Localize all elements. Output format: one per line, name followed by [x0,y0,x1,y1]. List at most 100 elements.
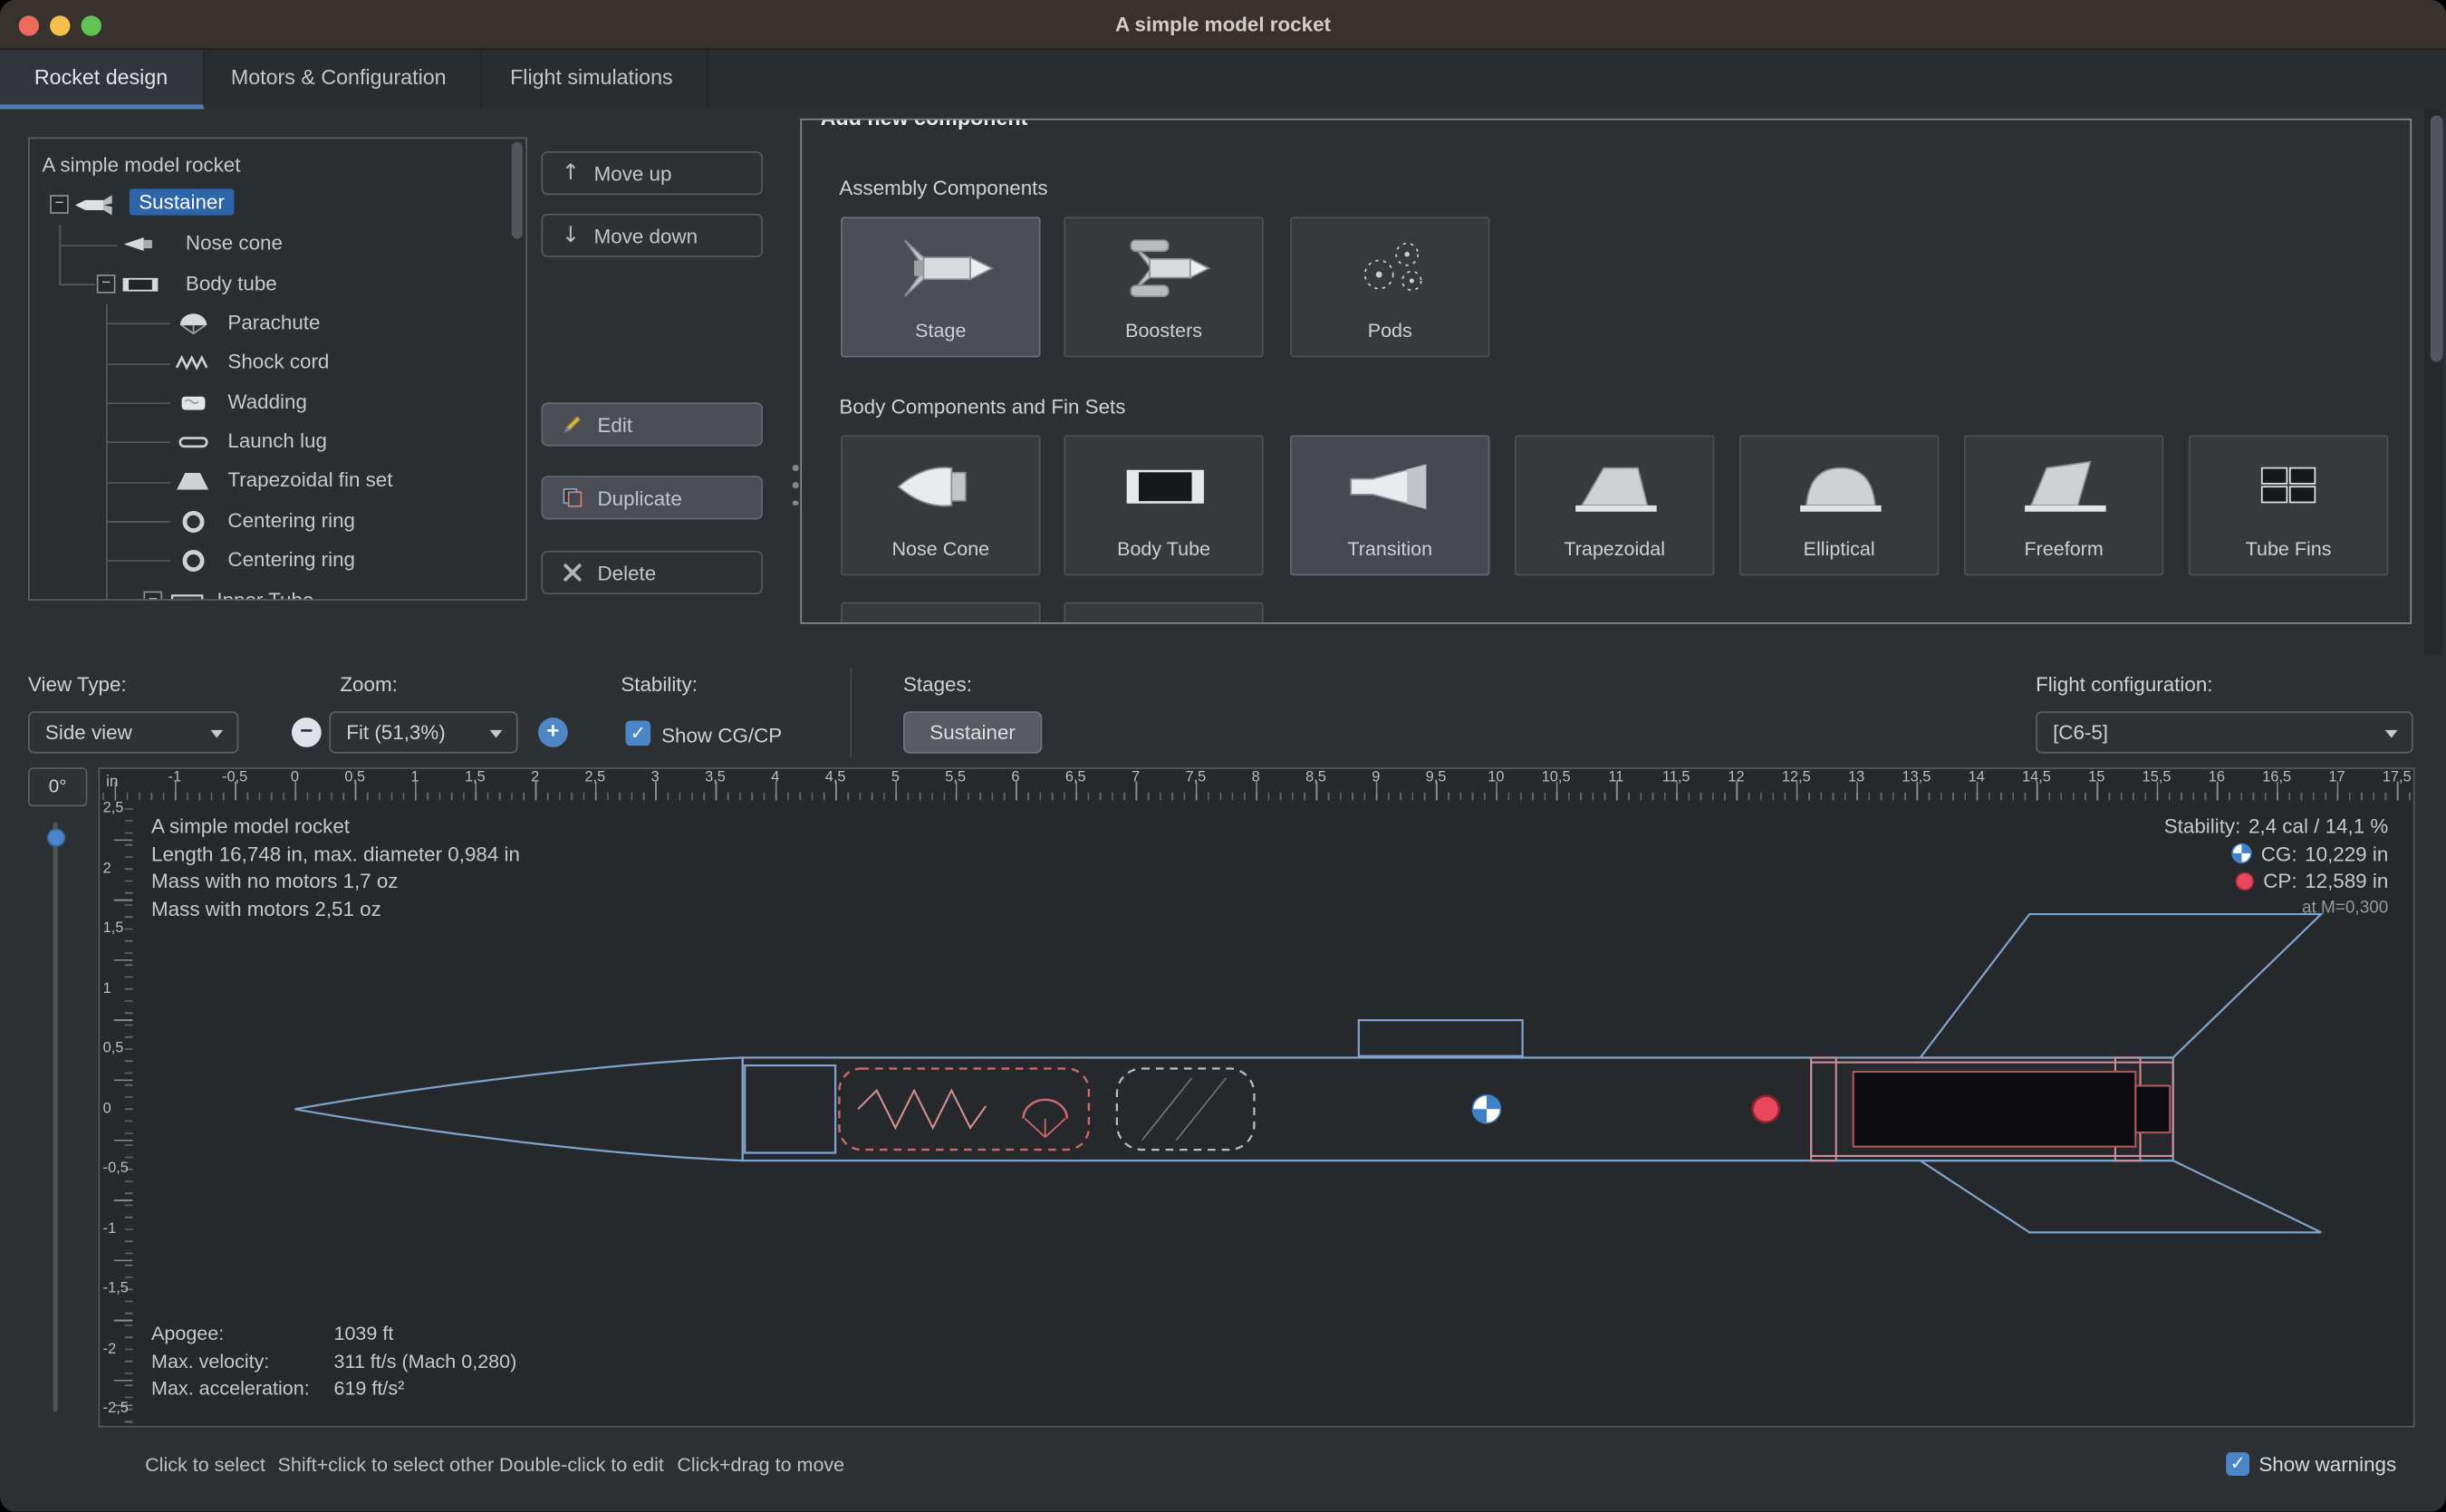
component-tile-boosters[interactable]: Boosters [1064,217,1263,357]
nose-cone-icon [120,233,161,256]
ruler-label: -0,5 [103,1160,129,1177]
shock-cord-outline[interactable] [858,1091,986,1128]
max-velocity-label: Max. velocity: [151,1349,333,1376]
tree-row-nose-cone[interactable]: Nose cone [30,225,527,264]
component-tile-nose-cone[interactable]: Nose Cone [841,435,1040,575]
inner-tube-icon [167,590,207,601]
tree-row-body-tube[interactable]: − Body tube [30,265,527,304]
motor-outline[interactable] [1854,1072,2136,1147]
ruler-label: 1,5 [465,769,486,786]
centering-ring-icon [173,549,214,573]
component-tile-pods[interactable]: Pods [1290,217,1489,357]
expander-icon[interactable]: − [50,195,69,214]
stage-toggle-sustainer[interactable]: Sustainer [903,711,1042,753]
nose-cone-icon [877,449,1008,525]
tree-label: Parachute [227,311,320,334]
tree-row-sustainer[interactable]: − Sustainer [30,186,527,225]
main-tabbar: Rocket design Motors & Configuration Fli… [0,50,2446,109]
boosters-icon [1100,231,1231,306]
ruler-label: 2 [103,860,111,877]
tree-row-parachute[interactable]: Parachute [30,304,527,343]
tree-label: Body tube [186,272,277,295]
wadding-outline[interactable] [1117,1069,1255,1151]
chevron-down-icon [490,730,503,738]
expander-icon[interactable]: − [143,592,162,601]
move-down-label: Move down [594,224,698,247]
rocket-info-block: A simple model rocket Length 16,748 in, … [151,813,520,922]
cp-value: 12,589 in [2305,867,2388,894]
component-tile-freeform[interactable]: Freeform [1964,435,2163,575]
tree-label: Launch lug [227,429,327,453]
ruler-label: -2,5 [103,1400,129,1417]
motor-nozzle-outline[interactable] [2135,1085,2170,1132]
zoom-in-button[interactable]: + [538,717,568,747]
component-tree[interactable]: A simple model rocket − Sustainer Nose c… [28,138,527,601]
rotation-slider-thumb[interactable] [46,828,65,847]
tree-row-centering-ring-2[interactable]: Centering ring [30,542,527,581]
ruler-label: 5 [891,769,900,786]
rocket-mass-motors: Mass with motors 2,51 oz [151,895,520,922]
ruler-vertical: 2,521,510,50-0,5-1-1,5-2-2,5 [100,800,132,1425]
component-tile-body-tube[interactable]: Body Tube [1064,435,1263,575]
transition-icon [1326,449,1458,525]
component-tile-stage[interactable]: Stage [841,217,1040,357]
move-down-button[interactable]: ↓ Move down [542,214,764,257]
launch-lug-outline[interactable] [1359,1020,1523,1056]
ruler-label: 9,5 [1426,769,1447,786]
tree-row-launch-lug[interactable]: Launch lug [30,423,527,462]
edit-button[interactable]: Edit [542,402,764,446]
panel-scrollbar-thumb[interactable] [2431,115,2443,361]
show-cg-cp-checkbox[interactable]: ✓ [625,721,650,746]
fin-bottom-outline[interactable] [1921,1160,2322,1232]
component-tile-elliptical[interactable]: Elliptical [1739,435,1939,575]
tree-row-shock-cord[interactable]: Shock cord [30,343,527,382]
component-tile-transition[interactable]: Transition [1290,435,1489,575]
splitter-handle-vertical[interactable] [793,465,799,506]
component-tile-partial[interactable] [841,602,1040,624]
tree-row-wadding[interactable]: Wadding [30,384,527,423]
ruler-label: -1 [169,769,182,786]
zoom-out-button[interactable]: − [292,717,322,747]
tree-label: Trapezoidal fin set [227,468,392,492]
nose-shoulder-outline[interactable] [745,1065,835,1152]
parachute-outline[interactable] [839,1069,1089,1151]
flight-config-select[interactable]: [C6-5] [2036,711,2413,753]
duplicate-button[interactable]: Duplicate [542,476,764,519]
nose-cone-outline[interactable] [294,1057,742,1160]
parachute-lines-glyph [1025,1119,1065,1138]
app-window: A simple model rocket Rocket design Moto… [0,0,2446,1512]
statusbar: Click to select Shift+click to select ot… [0,1432,2446,1512]
tab-rocket-design[interactable]: Rocket design [0,50,204,109]
tree-row-fin-set[interactable]: Trapezoidal fin set [30,462,527,501]
expander-icon[interactable]: − [97,274,116,294]
delete-button[interactable]: Delete [542,551,764,594]
zoom-select[interactable]: Fit (51,3%) [329,711,517,753]
ruler-label: 14,5 [2022,769,2051,786]
delete-icon [562,562,583,583]
move-up-button[interactable]: ↑ Move up [542,151,764,195]
arrow-down-icon: ↓ [562,223,580,248]
panel-title: Add new component [813,119,1035,130]
fin-top-outline[interactable] [1921,914,2322,1057]
show-warnings-checkbox[interactable]: ✓ [2226,1452,2249,1476]
tree-scrollbar-thumb[interactable] [512,142,523,239]
view-type-select[interactable]: Side view [28,711,238,753]
rotation-slider[interactable] [53,822,58,1411]
tab-motors-configuration[interactable]: Motors & Configuration [197,50,482,109]
apogee-label: Apogee: [151,1321,333,1348]
component-tile-tube-fins[interactable]: Tube Fins [2189,435,2388,575]
tree-row-inner-tube[interactable]: − Inner Tube [30,582,527,601]
cg-marker [1473,1095,1501,1123]
component-tile-partial[interactable] [1064,602,1263,624]
ruler-label: 14 [1969,769,1985,786]
ruler-label: 1 [103,979,111,997]
body-tube-icon [120,273,161,296]
tab-flight-simulations[interactable]: Flight simulations [476,50,708,109]
rocket-canvas[interactable]: -1-0,500,511,522,533,544,555,566,577,588… [98,767,2414,1427]
ruler-label: 10 [1488,769,1504,786]
component-tile-trapezoidal[interactable]: Trapezoidal [1515,435,1714,575]
stability-block: Stability: 2,4 cal / 14,1 % CG: 10,229 i… [2164,813,2389,922]
centering-ring-outline[interactable] [1811,1057,1836,1160]
tree-row-centering-ring-1[interactable]: Centering ring [30,502,527,541]
flight-stats-block: Apogee: 1039 ft Max. velocity: 311 ft/s … [151,1321,516,1402]
